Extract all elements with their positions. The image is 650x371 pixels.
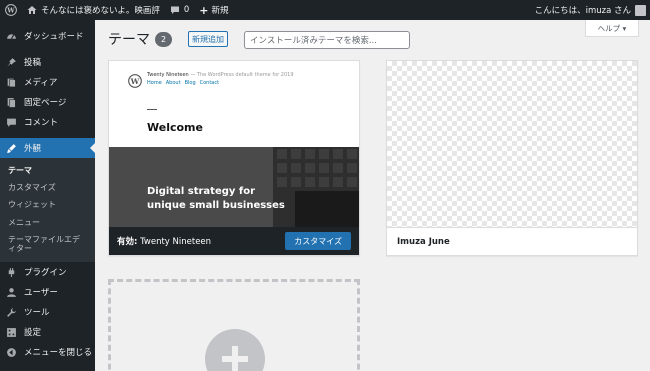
collapse-menu-button[interactable]: メニューを閉じる <box>0 342 95 362</box>
menu-label: メニューを閉じる <box>24 348 93 359</box>
site-name-link[interactable]: そんなには褒めないよ。映画評 <box>22 0 165 20</box>
pin-icon <box>5 56 17 68</box>
menu-label: メディア <box>24 78 58 88</box>
theme-card-twenty-nineteen[interactable]: W Twenty Nineteen — The WordPress defaul… <box>108 60 360 256</box>
page-title: テーマ <box>108 32 150 48</box>
menu-item-comments[interactable]: コメント <box>0 112 95 132</box>
preview-hero-text: Digital strategy for unique small busine… <box>147 186 285 211</box>
wordpress-logo-icon: W <box>128 74 142 88</box>
menu-item-users[interactable]: ユーザー <box>0 282 95 302</box>
wordpress-logo-icon[interactable]: W <box>0 0 22 20</box>
menu-label: ユーザー <box>24 288 58 299</box>
wrench-icon <box>5 306 17 318</box>
site-name: そんなには褒めないよ。映画評 <box>41 6 160 16</box>
brush-icon <box>5 142 17 154</box>
submenu-item-theme-editor[interactable]: テーマファイルエディター <box>0 231 95 257</box>
calendar-graphic <box>277 149 359 227</box>
menu-item-appearance[interactable]: 外観 <box>0 138 95 158</box>
menu-label: ツール <box>24 308 50 319</box>
new-content-link[interactable]: + 新規 <box>194 0 233 20</box>
comment-icon <box>5 116 17 128</box>
menu-item-settings[interactable]: 設定 <box>0 322 95 342</box>
preview-site-name: Twenty Nineteen — The WordPress default … <box>147 72 294 78</box>
menu-label: ダッシュボード <box>24 32 84 42</box>
menu-label: プラグイン <box>24 268 67 279</box>
menu-item-posts[interactable]: 投稿 <box>0 52 95 72</box>
collapse-icon <box>5 346 17 358</box>
svg-text:W: W <box>130 77 140 86</box>
new-label: 新規 <box>211 6 229 16</box>
theme-name: Imuza June <box>387 227 637 255</box>
settings-icon <box>5 326 17 338</box>
submenu-item-widgets[interactable]: ウィジェット <box>0 196 95 213</box>
preview-nav: Home About Blog Contact <box>147 80 220 86</box>
theme-count-badge: 2 <box>155 32 172 47</box>
avatar <box>635 4 646 16</box>
customize-button[interactable]: カスタマイズ <box>285 232 351 250</box>
submenu-item-themes[interactable]: テーマ <box>0 162 95 179</box>
comments-link[interactable]: 0 <box>165 0 194 20</box>
svg-text:W: W <box>6 6 15 14</box>
media-icon <box>5 76 17 88</box>
theme-search-input[interactable]: インストール済みテーマを検索... <box>244 31 410 49</box>
theme-name-bar: 有効: Twenty Nineteen カスタマイズ <box>109 227 359 255</box>
add-new-theme-card[interactable] <box>108 279 360 371</box>
menu-item-tools[interactable]: ツール <box>0 302 95 322</box>
menu-item-dashboard[interactable]: ダッシュボード <box>0 26 95 46</box>
theme-screenshot[interactable]: W Twenty Nineteen — The WordPress defaul… <box>109 61 359 227</box>
user-icon <box>5 286 17 298</box>
page-icon <box>5 96 17 108</box>
menu-label: 固定ページ <box>24 98 67 108</box>
preview-divider <box>147 109 157 110</box>
account-menu[interactable]: こんにちは、imuza さん <box>530 0 650 20</box>
appearance-submenu: テーマ カスタマイズ ウィジェット メニュー テーマファイルエディター <box>0 158 95 263</box>
theme-screenshot-placeholder[interactable] <box>387 61 637 227</box>
greeting: こんにちは、imuza さん <box>534 6 631 16</box>
active-theme-label: 有効: Twenty Nineteen <box>117 237 212 247</box>
menu-label: 投稿 <box>24 58 42 68</box>
theme-card-imuza-june[interactable]: Imuza June <box>386 60 638 256</box>
plus-icon: + <box>199 3 209 17</box>
submenu-item-menus[interactable]: メニュー <box>0 214 95 231</box>
home-icon <box>27 5 37 15</box>
comment-bubble-icon <box>170 5 180 15</box>
menu-label: 設定 <box>24 328 42 339</box>
add-new-theme-button[interactable]: 新規追加 <box>188 31 228 47</box>
menu-item-media[interactable]: メディア <box>0 72 95 92</box>
dashboard-icon <box>5 30 17 42</box>
comment-count: 0 <box>183 5 190 15</box>
menu-item-pages[interactable]: 固定ページ <box>0 92 95 112</box>
plus-icon <box>205 329 265 371</box>
preview-welcome-heading: Welcome <box>147 121 203 134</box>
menu-item-plugins[interactable]: プラグイン <box>0 262 95 282</box>
menu-label: 外観 <box>24 144 42 154</box>
admin-bar: W そんなには褒めないよ。映画評 0 + 新規 こんにちは、imuza さん <box>0 0 650 20</box>
admin-sidebar: ダッシュボード 投稿 メディア 固定ページ コメント 外観 テーマ カスタマイズ <box>0 20 95 371</box>
menu-label: コメント <box>24 118 59 128</box>
help-tab-button[interactable]: ヘルプ ▾ <box>585 20 639 37</box>
plugin-icon <box>5 266 17 278</box>
submenu-item-customize[interactable]: カスタマイズ <box>0 179 95 196</box>
